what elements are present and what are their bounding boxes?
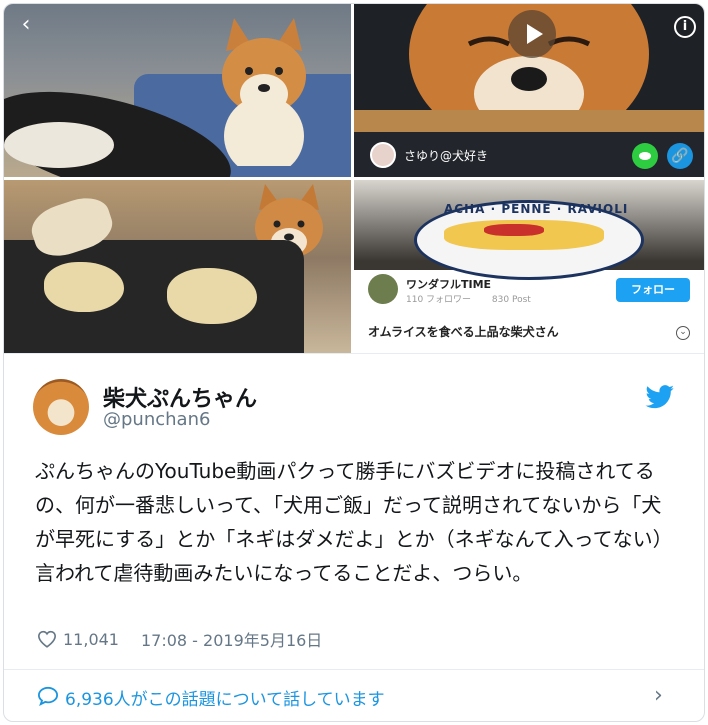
channel-name[interactable]: ワンダフルTIME xyxy=(406,276,491,292)
plate-text: ACHA · PENNE · RAVIOLI xyxy=(444,202,629,216)
video-title[interactable]: オムライスを食べる上品な柴犬さん xyxy=(368,323,559,340)
media-video[interactable]: i さゆり@犬好き 🔗 xyxy=(354,4,704,177)
back-icon[interactable]: ‹ xyxy=(12,12,40,40)
play-icon[interactable] xyxy=(508,10,556,58)
media-photo-1[interactable]: ‹ xyxy=(4,4,351,177)
like-count[interactable]: 11,041 xyxy=(63,630,119,649)
rice xyxy=(4,122,114,168)
follower-count: 110 フォロワー xyxy=(406,295,472,305)
chevron-right-icon[interactable]: › xyxy=(654,683,663,708)
avatar[interactable] xyxy=(33,379,89,435)
follow-button[interactable]: フォロー xyxy=(616,278,690,302)
post-count: 830 Post xyxy=(491,295,531,305)
line-share-icon[interactable] xyxy=(632,143,658,169)
food-piece xyxy=(44,262,124,312)
channel-avatar[interactable] xyxy=(368,274,398,304)
user-handle[interactable]: @punchan6 xyxy=(103,409,210,430)
food-piece xyxy=(167,268,257,324)
media-photo-2[interactable] xyxy=(4,180,351,353)
heart-icon[interactable] xyxy=(37,630,57,648)
ketchup xyxy=(484,224,544,236)
video-user-avatar[interactable] xyxy=(370,142,396,168)
media-video-card[interactable]: ACHA · PENNE · RAVIOLI ワンダフルTIME 110 フォロ… xyxy=(354,180,704,353)
media-collage[interactable]: ‹ i さゆり@犬好き 🔗 ACHA · PENNE · RAVIOLI ワンダ… xyxy=(4,4,704,353)
info-icon[interactable]: i xyxy=(674,16,696,38)
link-share-icon[interactable]: 🔗 xyxy=(667,143,693,169)
chevron-down-icon[interactable]: ⌄ xyxy=(676,326,690,340)
speech-bubble-icon xyxy=(37,686,59,706)
tweet-body: 柴犬ぷんちゃん @punchan6 ぷんちゃんのYouTube動画パクって勝手に… xyxy=(4,353,704,721)
conversation-text[interactable]: 6,936人がこの話題について話しています xyxy=(65,685,385,710)
tweet-text: ぷんちゃんのYouTube動画パクって勝手にバズビデオに投稿されてるの、何が一番… xyxy=(35,459,673,585)
tweet-meta: 11,041 17:08 - 2019年5月16日 xyxy=(37,627,322,651)
conversation-link[interactable]: 6,936人がこの話題について話しています › xyxy=(4,670,704,721)
tweet-card: ‹ i さゆり@犬好き 🔗 ACHA · PENNE · RAVIOLI ワンダ… xyxy=(3,3,705,722)
channel-meta: 110 フォロワー 830 Post xyxy=(406,292,549,305)
shiba-dog-image xyxy=(222,18,306,166)
timestamp[interactable]: 17:08 - 2019年5月16日 xyxy=(141,627,322,651)
table-edge xyxy=(354,110,704,132)
video-user-name[interactable]: さゆり@犬好き xyxy=(404,147,488,164)
twitter-bird-icon[interactable] xyxy=(645,385,675,409)
